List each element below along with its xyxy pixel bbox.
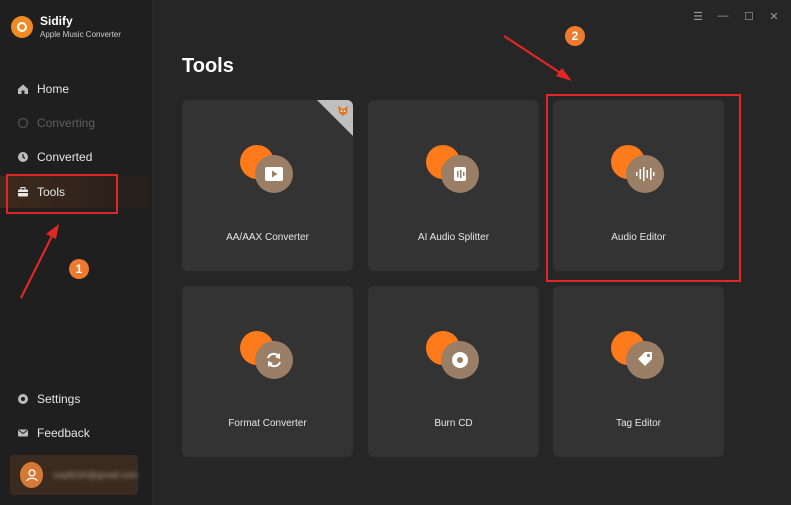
sidebar-item-settings[interactable]: Settings (0, 383, 152, 415)
sidify-logo-icon (11, 16, 33, 38)
ai-splitter-icon (441, 155, 479, 193)
close-icon[interactable]: ✕ (767, 10, 781, 23)
video-play-icon (255, 155, 293, 193)
app-name: Sidify (40, 14, 73, 28)
clock-icon (17, 151, 29, 163)
highlight-box-audio-editor (546, 94, 741, 282)
step-badge-1: 1 (69, 259, 89, 279)
minimize-icon[interactable]: — (716, 10, 730, 22)
sidebar-item-label: Converting (37, 116, 96, 130)
tool-label: Burn CD (434, 418, 473, 429)
converting-icon (17, 117, 29, 129)
avatar (20, 462, 44, 488)
annotation-arrow-2 (503, 35, 572, 81)
user-icon (26, 469, 38, 482)
sidebar-item-converting[interactable]: Converting (0, 107, 152, 139)
tool-label: AA/AAX Converter (226, 232, 309, 243)
home-icon (17, 83, 29, 95)
menu-icon[interactable]: ☰ (691, 10, 705, 23)
step-badge-2: 2 (565, 26, 585, 46)
highlight-box-tools (6, 174, 118, 214)
sidebar-item-label: Feedback (37, 426, 90, 440)
fox-badge-icon (338, 106, 348, 116)
sidebar-item-label: Settings (37, 392, 81, 406)
tool-card-tag-editor[interactable]: Tag Editor (553, 286, 724, 457)
user-email: cep8230@gmail.com (53, 469, 138, 480)
annotation-arrow-1 (20, 224, 59, 299)
refresh-icon (255, 341, 293, 379)
sidebar-item-label: Converted (37, 150, 93, 164)
gear-icon (17, 393, 29, 405)
tool-card-aa-aax-converter[interactable]: AA/AAX Converter (182, 100, 353, 271)
mail-icon (17, 427, 29, 439)
sidebar-item-converted[interactable]: Converted (0, 141, 152, 173)
cd-icon (441, 341, 479, 379)
tag-icon (626, 341, 664, 379)
tool-card-format-converter[interactable]: Format Converter (182, 286, 353, 457)
page-title: Tools (182, 55, 234, 77)
app-subtitle: Apple Music Converter (40, 30, 121, 39)
tool-card-burn-cd[interactable]: Burn CD (368, 286, 539, 457)
sidebar-item-feedback[interactable]: Feedback (0, 417, 152, 449)
app-logo: Sidify Apple Music Converter (11, 13, 121, 41)
user-account[interactable]: cep8230@gmail.com (10, 455, 138, 495)
sidebar-item-home[interactable]: Home (0, 73, 152, 105)
tool-card-ai-audio-splitter[interactable]: AI Audio Splitter (368, 100, 539, 271)
maximize-icon[interactable]: ☐ (742, 10, 756, 23)
tool-label: Tag Editor (615, 418, 662, 429)
sidebar-item-label: Home (37, 82, 70, 96)
tool-label: Format Converter (228, 418, 307, 429)
tool-label: AI Audio Splitter (417, 232, 490, 243)
